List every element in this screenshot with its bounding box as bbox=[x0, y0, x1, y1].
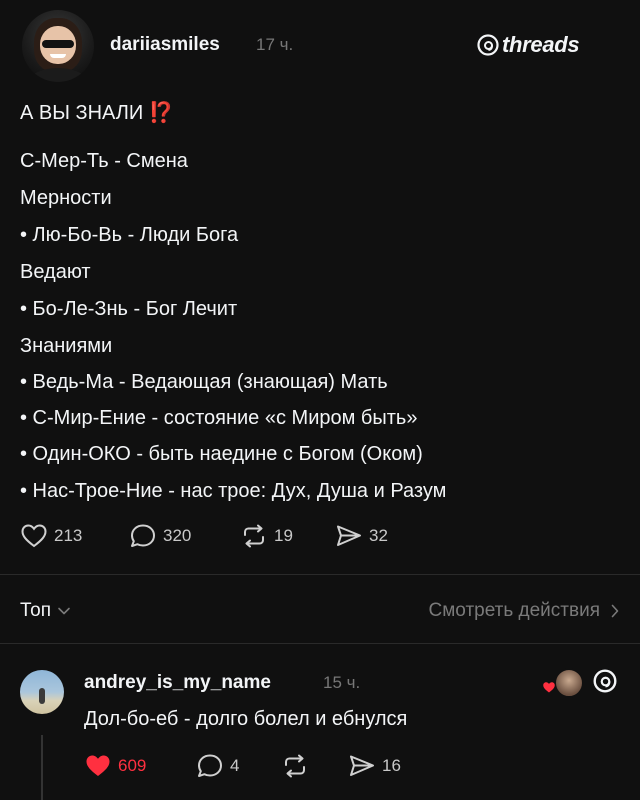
share-count: 32 bbox=[369, 526, 388, 545]
comment-button[interactable]: 320 bbox=[129, 523, 191, 549]
reply-text: Дол-бо-еб - долго болел и ебнулся bbox=[84, 708, 408, 730]
author-avatar[interactable] bbox=[22, 10, 94, 82]
divider bbox=[0, 643, 640, 644]
post-line: • Ведь-Ма - Ведающая (знающая) Мать bbox=[20, 371, 388, 393]
liker-avatar bbox=[554, 668, 584, 698]
thread-line bbox=[41, 735, 43, 800]
reply-comment-button[interactable]: 4 bbox=[196, 753, 239, 779]
reply-like-count: 609 bbox=[118, 756, 147, 775]
comment-icon bbox=[131, 524, 155, 547]
comment-icon bbox=[198, 754, 222, 777]
view-activity-link[interactable]: Смотреть действия bbox=[429, 600, 620, 622]
reply-share-button[interactable]: 16 bbox=[348, 753, 401, 779]
view-activity-label: Смотреть действия bbox=[428, 600, 600, 621]
reply-timestamp: 15 ч. bbox=[323, 673, 361, 692]
repost-button[interactable]: 19 bbox=[240, 523, 293, 549]
reply-share-count: 16 bbox=[382, 756, 401, 775]
threads-brand: threads bbox=[476, 30, 580, 60]
threads-wordmark: threads bbox=[502, 32, 580, 57]
like-count: 213 bbox=[54, 526, 83, 545]
reply-author-username[interactable]: andrey_is_my_name bbox=[84, 672, 271, 694]
heart-icon bbox=[21, 524, 47, 548]
post-line: • С-Мир-Ение - состояние «с Миром быть» bbox=[20, 407, 418, 429]
post-line: • Один-ОКО - быть наедине с Богом (Оком) bbox=[20, 443, 423, 465]
post-line: Ведают bbox=[20, 261, 91, 283]
sort-dropdown[interactable]: Топ bbox=[20, 600, 71, 622]
repost-icon bbox=[244, 524, 264, 548]
chevron-right-icon bbox=[611, 604, 619, 618]
repost-count: 19 bbox=[274, 526, 293, 545]
threads-logo-icon[interactable] bbox=[592, 668, 618, 694]
share-icon bbox=[350, 755, 374, 776]
post-actions: 213 320 19 32 bbox=[0, 523, 640, 557]
post-timestamp: 17 ч. bbox=[256, 35, 294, 54]
sort-label: Топ bbox=[20, 600, 51, 621]
liked-by-heart-icon bbox=[543, 682, 555, 693]
share-icon bbox=[337, 525, 361, 546]
reply-repost-button[interactable] bbox=[281, 753, 309, 779]
reply-actions: 609 4 16 bbox=[84, 753, 484, 783]
heart-icon bbox=[86, 755, 110, 776]
exclamation-question-emoji: ⁉️ bbox=[148, 102, 174, 124]
like-button[interactable]: 213 bbox=[20, 523, 82, 549]
post-line: С-Мер-Ть - Смена bbox=[20, 150, 188, 172]
author-username[interactable]: dariiasmiles bbox=[110, 34, 220, 56]
post-line: • Нас-Трое-Ние - нас трое: Дух, Душа и Р… bbox=[20, 480, 447, 502]
reply-comment-count: 4 bbox=[230, 756, 240, 775]
repost-icon bbox=[285, 754, 305, 778]
share-button[interactable]: 32 bbox=[335, 523, 388, 549]
post-line: Знаниями bbox=[20, 335, 113, 357]
comment-count: 320 bbox=[163, 526, 192, 545]
post-line: А ВЫ ЗНАЛИ ⁉️ bbox=[20, 100, 174, 125]
chevron-down-icon bbox=[58, 607, 70, 615]
divider bbox=[0, 574, 640, 575]
reply-author-avatar[interactable] bbox=[20, 670, 64, 714]
post-line: Мерности bbox=[20, 187, 112, 209]
post-line: • Бо-Ле-Знь - Бог Лечит bbox=[20, 298, 238, 320]
post-line: • Лю-Бо-Вь - Люди Бога bbox=[20, 224, 239, 246]
post-header: dariiasmiles 17 ч. threads bbox=[0, 0, 640, 95]
post-line-text: А ВЫ ЗНАЛИ bbox=[20, 102, 149, 124]
reply-like-button[interactable]: 609 bbox=[84, 753, 146, 779]
threads-logo-icon bbox=[477, 34, 499, 56]
